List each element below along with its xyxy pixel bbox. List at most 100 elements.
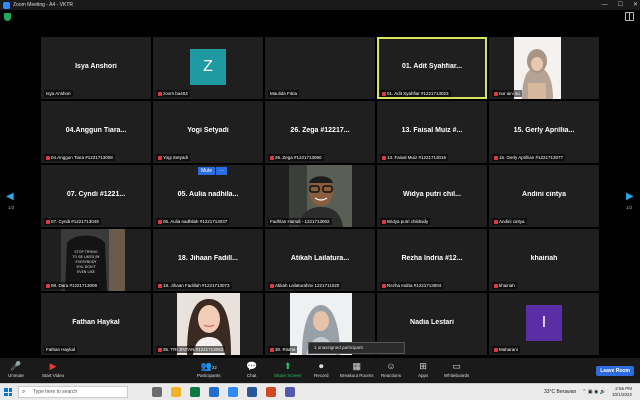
participants-button[interactable]: 👥32 Participants	[197, 361, 221, 378]
tray-icons[interactable]: ⌃ ▣ ◉ 🔊	[582, 389, 606, 395]
participant-tile[interactable]: nur aini su	[489, 37, 599, 99]
participant-tile[interactable]: Atikah Lailatura... Atikah Lailaturahmi …	[265, 229, 375, 291]
participant-tile[interactable]: Isya Anshori Isya Anshori	[41, 37, 151, 99]
record-button[interactable]: ⏺ Record	[314, 361, 329, 378]
muted-mic-icon	[158, 283, 162, 288]
participant-tile[interactable]: Rezha Indria #12... Rezha Indria #122171…	[377, 229, 487, 291]
powerpoint-icon[interactable]	[266, 387, 276, 397]
participant-name: Fathan Haykal	[72, 319, 120, 326]
muted-mic-icon	[494, 155, 498, 160]
participant-tile[interactable]: Fathan Haykal Fathan Haykal	[41, 293, 151, 355]
next-page-arrow-icon[interactable]: ▶	[626, 191, 634, 202]
participant-tile[interactable]: I Maharani	[489, 293, 599, 355]
security-shield-icon[interactable]	[4, 13, 11, 21]
participant-label: 07. Cyndi #1221713049	[44, 218, 101, 225]
participant-name: 07. Cyndi #1221...	[66, 191, 126, 198]
participant-label: Fadhlan Hamdi - 1221713002	[268, 218, 332, 225]
tile-hover-controls: Mute ···	[198, 167, 228, 175]
top-strip	[0, 10, 640, 35]
participant-tile[interactable]: 15. Gerly Aprillia... 15. Gerly Aprillia…	[489, 101, 599, 163]
participant-label: Isya Anshori	[44, 90, 73, 97]
mute-participant-button[interactable]: Mute	[198, 167, 216, 175]
close-button[interactable]: ✕	[633, 0, 638, 10]
muted-mic-icon	[158, 91, 162, 96]
muted-mic-icon	[382, 283, 386, 288]
participant-tile[interactable]: STOP TRYING TO BE LIKED BY EVERYBODY YOU…	[41, 229, 151, 291]
participant-label: 05. Aulia nadhilah #1221713037	[156, 218, 230, 225]
more-options-button[interactable]: ···	[216, 167, 228, 175]
participant-tile[interactable]: Z zoom ba404	[153, 37, 263, 99]
participant-tile[interactable]: 04.Anggun Tiara... 04.Anggun Tiara #1221…	[41, 101, 151, 163]
teams-icon[interactable]	[285, 387, 295, 397]
leave-room-button[interactable]: Leave Room	[596, 366, 634, 376]
participant-label: 04.Anggun Tiara #1221713008	[44, 154, 115, 161]
svg-text:EVEN LIKE: EVEN LIKE	[77, 270, 95, 274]
taskbar-search-input[interactable]: ⌕ Type here to search	[18, 386, 128, 398]
start-video-button[interactable]: ▶ Start Video	[42, 361, 64, 378]
participant-label: Widya putri childnidy	[380, 218, 431, 225]
search-icon: ⌕	[22, 389, 26, 395]
muted-mic-icon	[494, 91, 498, 96]
whiteboard-icon: ▭	[452, 361, 461, 371]
svg-text:YOU DON'T: YOU DON'T	[76, 265, 96, 269]
edge-icon[interactable]	[209, 387, 219, 397]
view-icon[interactable]	[625, 12, 634, 21]
taskbar-clock[interactable]: 2:56 PM 10/1/2022	[612, 386, 632, 398]
title-bar: Zoom Meeting - A4 - VKTR — ☐ ✕	[0, 0, 640, 10]
prev-page-arrow-icon[interactable]: ◀	[6, 191, 14, 202]
muted-mic-icon	[382, 91, 386, 96]
participant-tile[interactable]: 18. Jihaan Fadill... 18. Jihaan Fadillah…	[153, 229, 263, 291]
participant-name: Andini cintya	[522, 191, 566, 198]
participant-label: Fathan Haykal	[44, 346, 78, 353]
muted-mic-icon	[494, 283, 498, 288]
task-view-icon[interactable]	[152, 387, 162, 397]
participant-label: 35. TRI JINTAN #1221713062	[156, 346, 226, 353]
breakout-rooms-button[interactable]: ▦ Breakout Rooms	[340, 361, 374, 378]
participant-tile-active-speaker[interactable]: 01. Adit Syahfiar... 01. Adit Syahfiar #…	[377, 37, 487, 99]
unmute-button[interactable]: 🎤 Unmute	[8, 361, 24, 378]
participant-label: 01. Adit Syahfiar #1221713023	[380, 90, 451, 97]
participant-tile[interactable]: Widya putri chil... Widya putri childnid…	[377, 165, 487, 227]
next-page-number: 1/2	[626, 205, 633, 210]
participant-label: 30. Risma	[268, 346, 298, 353]
svg-text:STOP TRYING: STOP TRYING	[74, 250, 97, 254]
unassigned-participant-notice[interactable]: 1 unassigned participant	[308, 342, 405, 354]
chrome-icon[interactable]	[190, 387, 200, 397]
whiteboards-button[interactable]: ▭ Whiteboards	[444, 361, 469, 378]
maximize-button[interactable]: ☐	[618, 0, 623, 10]
participant-label: Maharani	[492, 346, 520, 353]
participant-name: 05. Aulia nadhila...	[177, 191, 239, 198]
participant-tile[interactable]: 35. TRI JINTAN #1221713062	[153, 293, 263, 355]
windows-start-icon[interactable]	[4, 388, 12, 396]
system-tray: 33°C Berawan ⌃ ▣ ◉ 🔊 2:56 PM 10/1/2022	[544, 384, 632, 400]
muted-mic-icon	[270, 283, 274, 288]
zoom-icon[interactable]	[228, 387, 238, 397]
participant-tile[interactable]: 26. Zega #12217... 26. Zega #1221713060	[265, 101, 375, 163]
muted-mic-icon	[494, 347, 498, 352]
file-explorer-icon[interactable]	[171, 387, 181, 397]
chat-button[interactable]: 💬 Chat	[246, 361, 257, 378]
share-screen-button[interactable]: ⬆ Share Screen	[274, 361, 302, 378]
participant-name: Yogi Setyadi	[187, 127, 229, 134]
participant-tile[interactable]: 13. Faisal Muiz #... 13. Faisal Muiz #12…	[377, 101, 487, 163]
participant-tile[interactable]: Fadhlan Hamdi - 1221713002	[265, 165, 375, 227]
participant-tile[interactable]: Yogi Setyadi Yogi Setyadi	[153, 101, 263, 163]
avatar: I	[526, 305, 562, 341]
word-icon[interactable]	[247, 387, 257, 397]
participant-tile[interactable]: Andini cintya Andini cintya	[489, 165, 599, 227]
prev-page-number: 1/2	[8, 205, 15, 210]
apps-button[interactable]: ⊞ Apps	[418, 361, 428, 378]
muted-mic-icon	[382, 219, 386, 224]
minimize-button[interactable]: —	[602, 0, 608, 10]
participant-name: Atikah Lailatura...	[290, 255, 350, 262]
participant-name: 01. Adit Syahfiar...	[401, 63, 463, 70]
muted-mic-icon	[158, 219, 162, 224]
participant-tile[interactable]: Maulida Fitria	[265, 37, 375, 99]
avatar: Z	[190, 49, 226, 85]
reactions-button[interactable]: ☺ Reactions	[381, 361, 401, 378]
weather-widget[interactable]: 33°C Berawan	[544, 389, 576, 395]
zoom-logo-icon	[3, 1, 10, 9]
participant-tile[interactable]: khairiah khairiah	[489, 229, 599, 291]
muted-mic-icon	[46, 283, 50, 288]
participant-tile[interactable]: 07. Cyndi #1221... 07. Cyndi #1221713049	[41, 165, 151, 227]
